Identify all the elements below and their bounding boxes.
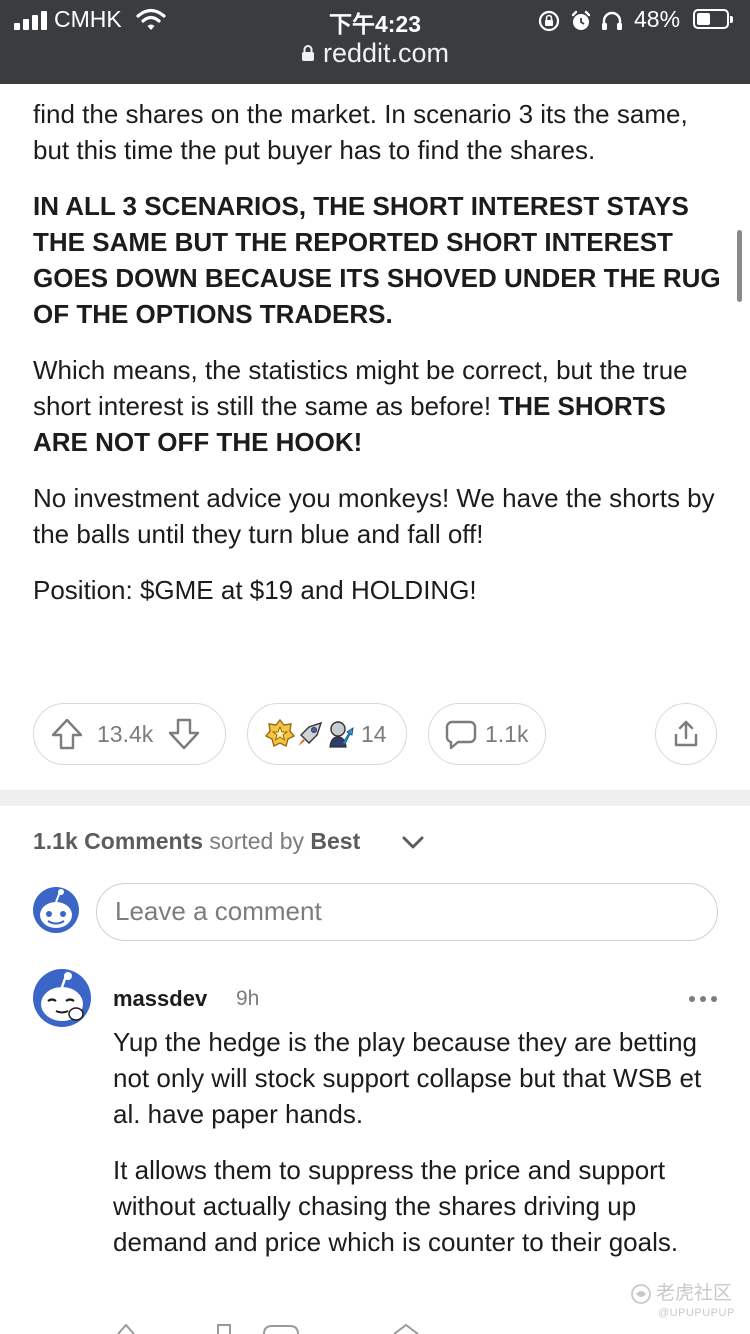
section-divider	[0, 790, 750, 806]
comment-author[interactable]: massdev	[113, 986, 207, 1012]
downvote-icon[interactable]	[167, 717, 201, 751]
post-body: find the shares on the market. In scenar…	[33, 96, 723, 628]
user-avatar[interactable]	[32, 886, 80, 934]
comments-button[interactable]: 1.1k	[428, 703, 546, 765]
sorted-by-label: sorted by	[209, 828, 305, 854]
comment-input-placeholder: Leave a comment	[115, 896, 322, 926]
battery-percentage: 48%	[634, 6, 681, 32]
post-paragraph: find the shares on the market. In scenar…	[33, 99, 688, 165]
watermark-text: 老虎社区	[656, 1283, 733, 1304]
awards-count: 14	[361, 720, 387, 747]
comments-sort-bar[interactable]: 1.1k Comments sorted by Best	[33, 828, 360, 855]
post-paragraph: Position: $GME at $19 and HOLDING!	[33, 575, 477, 605]
sort-value: Best	[310, 828, 361, 854]
more-options-icon[interactable]	[688, 995, 718, 1003]
share-button[interactable]	[655, 703, 717, 765]
comment-input[interactable]: Leave a comment	[96, 883, 718, 941]
post-paragraph-bold: IN ALL 3 SCENARIOS, THE SHORT INTEREST S…	[33, 191, 721, 329]
alarm-icon	[571, 10, 591, 30]
vote-count: 13.4k	[97, 720, 154, 747]
lock-icon	[301, 44, 314, 61]
comments-count: 1.1k	[485, 720, 529, 747]
watermark: 老虎社区 @UPUPUPUP	[630, 1278, 735, 1319]
comment-paragraph: Yup the hedge is the play because they a…	[113, 1027, 702, 1129]
gold-award-icon	[265, 719, 295, 748]
awards-button[interactable]: 14	[247, 703, 407, 765]
address-bar[interactable]: reddit.com	[0, 38, 750, 78]
comment-body: Yup the hedge is the play because they a…	[113, 1024, 723, 1280]
commenter-avatar[interactable]	[32, 968, 92, 1028]
comment-paragraph: It allows them to suppress the price and…	[113, 1155, 679, 1257]
browser-top-bar: CMHK 下午4:23 48% reddit.com	[0, 0, 750, 84]
chevron-down-icon[interactable]	[402, 836, 424, 850]
comment-bubble-icon	[445, 720, 477, 750]
url-text: reddit.com	[322, 38, 450, 68]
post-paragraph: Which means, the statistics might be cor…	[33, 352, 723, 460]
vote-bar: 13.4k	[33, 703, 226, 765]
post-paragraph: No investment advice you monkeys! We hav…	[33, 483, 715, 549]
headphones-icon	[602, 11, 622, 30]
comment-actions-peek	[117, 1323, 419, 1334]
watermark-handle: @UPUPUPUP	[658, 1307, 735, 1319]
battery-icon	[693, 9, 733, 29]
upvote-icon[interactable]	[50, 717, 84, 751]
watermark-logo-icon	[631, 1284, 651, 1304]
scrollbar[interactable]	[737, 230, 742, 302]
stonks-award-icon	[329, 721, 354, 748]
battery-fill	[697, 13, 710, 25]
status-icons	[538, 10, 622, 32]
rocket-award-icon	[298, 721, 323, 746]
share-icon	[674, 720, 698, 747]
comments-count-label: 1.1k Comments	[33, 828, 204, 854]
comment-time: 9h	[236, 987, 260, 1010]
status-bar: CMHK 下午4:23 48%	[0, 0, 750, 40]
orientation-lock-icon	[538, 10, 560, 32]
